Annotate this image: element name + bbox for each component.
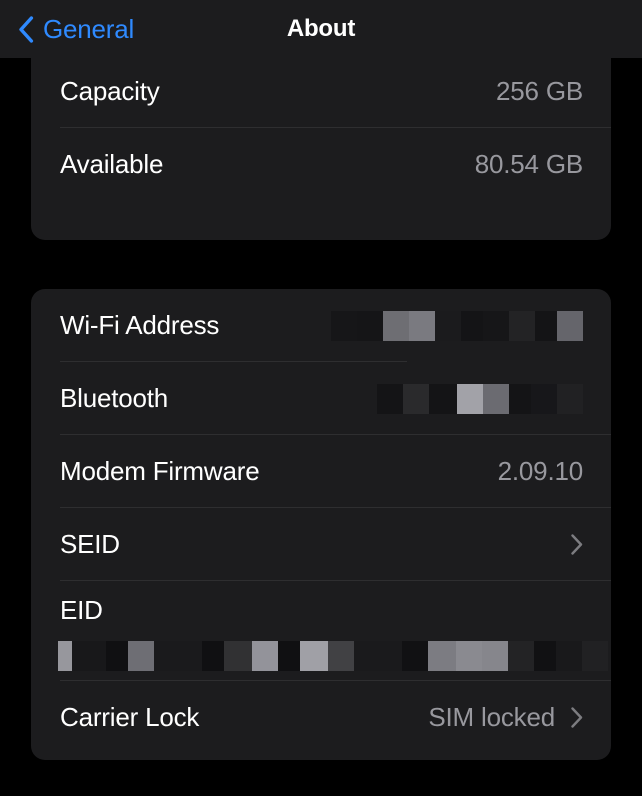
row-value: 256 GB <box>496 76 583 106</box>
redaction-block <box>402 641 428 671</box>
redaction-block <box>278 641 300 671</box>
chevron-right-icon <box>571 707 583 728</box>
redaction-block <box>535 310 557 341</box>
redaction-block <box>509 383 531 414</box>
redaction-block <box>377 383 403 414</box>
device-info-group: Wi-Fi Address Bluetooth Modem Firmware 2… <box>31 289 611 760</box>
redaction-block <box>357 310 383 341</box>
redaction-block <box>354 641 402 671</box>
redacted-eid-value <box>58 641 608 671</box>
redaction-block <box>154 641 202 671</box>
redaction-block <box>508 641 534 671</box>
row-value: 2.09.10 <box>497 456 584 486</box>
redaction-block <box>409 310 435 341</box>
redaction-block <box>557 310 583 341</box>
row-label: Carrier Lock <box>60 702 200 732</box>
row-modem-firmware[interactable]: Modem Firmware 2.09.10 <box>31 435 611 508</box>
scroll-content[interactable]: Applications 156 Capacity 256 GB Availab… <box>0 0 642 796</box>
row-label: SEID <box>60 529 120 559</box>
row-seid[interactable]: SEID <box>31 508 611 581</box>
redaction-block <box>582 641 608 671</box>
row-capacity[interactable]: Capacity 256 GB <box>31 55 611 128</box>
row-label: Capacity <box>60 76 160 106</box>
redaction-block <box>428 641 456 671</box>
row-available[interactable]: Available 80.54 GB <box>31 128 611 201</box>
redacted-bluetooth-value <box>377 383 583 414</box>
redaction-block <box>457 383 483 414</box>
row-label: Available <box>60 149 164 179</box>
redaction-block <box>483 310 509 341</box>
redaction-block <box>557 383 583 414</box>
redaction-block <box>531 383 557 414</box>
redaction-block <box>534 641 556 671</box>
chevron-left-icon <box>19 15 34 43</box>
redaction-block <box>224 641 252 671</box>
row-label: Wi-Fi Address <box>60 310 220 340</box>
row-value: 80.54 GB <box>474 149 583 179</box>
redaction-block <box>509 310 535 341</box>
back-button[interactable]: General <box>18 0 134 58</box>
chevron-right-icon <box>571 534 583 555</box>
redacted-wifi-address-value <box>331 310 583 341</box>
row-carrier-lock[interactable]: Carrier Lock SIM locked <box>31 681 611 754</box>
redaction-block <box>461 310 483 341</box>
redaction-block <box>328 641 354 671</box>
redaction-block <box>300 641 328 671</box>
row-value: SIM locked <box>428 702 555 732</box>
redaction-block <box>435 310 461 341</box>
redaction-block <box>403 383 429 414</box>
redaction-block <box>483 383 509 414</box>
redaction-block <box>128 641 154 671</box>
back-button-label: General <box>43 14 135 44</box>
row-wifi-address[interactable]: Wi-Fi Address <box>31 289 611 362</box>
settings-about-screen: Applications 156 Capacity 256 GB Availab… <box>0 0 642 796</box>
navigation-bar: General About <box>0 0 642 58</box>
row-bluetooth[interactable]: Bluetooth <box>31 362 611 435</box>
redaction-block <box>106 641 128 671</box>
redaction-block <box>72 641 106 671</box>
redaction-block <box>202 641 224 671</box>
redaction-block <box>58 641 72 671</box>
redaction-block <box>482 641 508 671</box>
redaction-block <box>556 641 582 671</box>
redaction-block <box>383 310 409 341</box>
row-label: Modem Firmware <box>60 456 260 486</box>
redaction-block <box>252 641 278 671</box>
row-label: EID <box>60 595 103 625</box>
row-label: Bluetooth <box>60 383 169 413</box>
redaction-block <box>429 383 457 414</box>
redaction-block <box>456 641 482 671</box>
redaction-block <box>331 310 357 341</box>
